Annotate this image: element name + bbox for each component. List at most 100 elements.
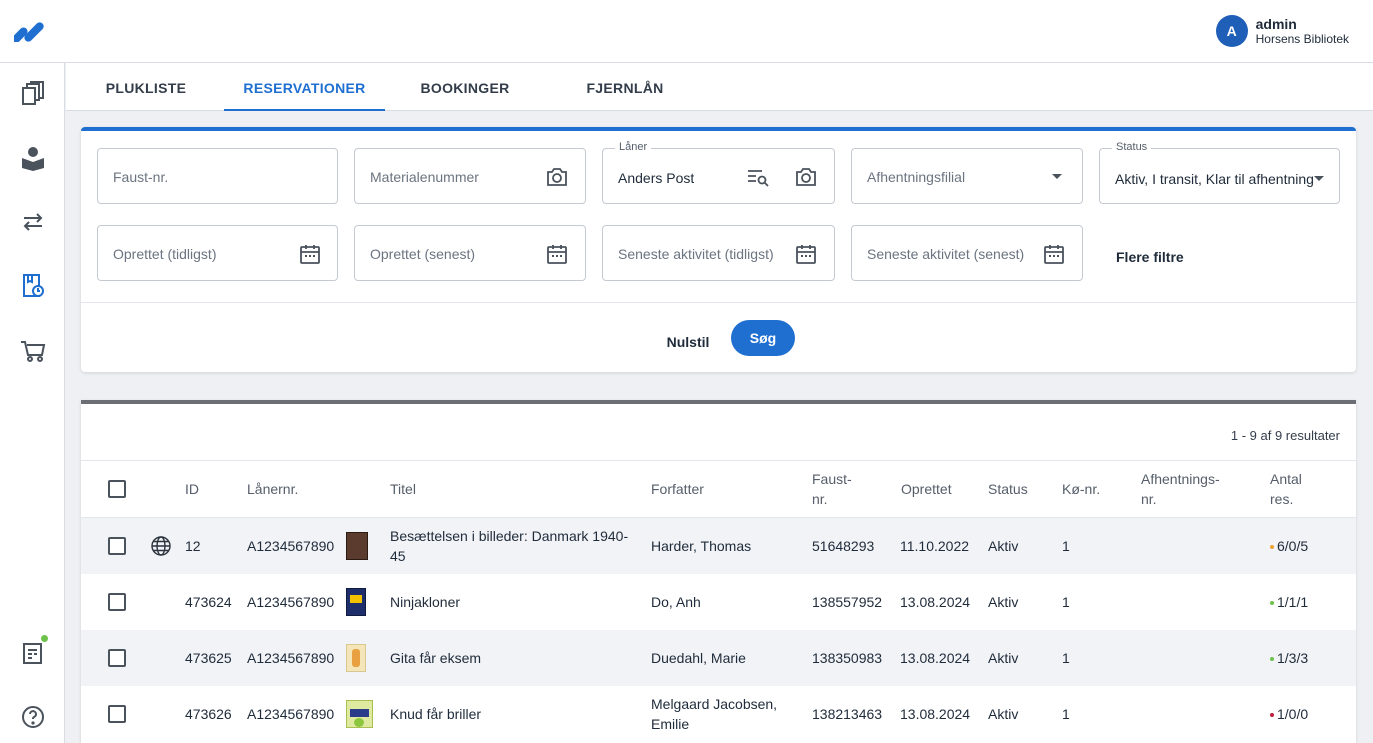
cell-count-value: 1/0/0: [1277, 706, 1309, 722]
cell-title[interactable]: Ninjakloner: [390, 592, 460, 612]
row-checkbox[interactable]: [108, 705, 126, 723]
cover-thumbnail: [346, 700, 373, 728]
app-logo[interactable]: [14, 20, 50, 42]
cell-title-line1: Besættelsen i billeder: Danmark 1940-: [390, 528, 629, 544]
created-from-placeholder: Oprettet (tidligst): [113, 246, 217, 262]
reset-button[interactable]: Nulstil: [653, 324, 723, 360]
header-faust[interactable]: Faust- nr.: [812, 469, 852, 509]
user-library: Horsens Bibliotek: [1255, 32, 1349, 46]
pickup-branch-select[interactable]: Afhentningsfilial: [851, 148, 1083, 204]
cell-author: Duedahl, Marie: [651, 650, 746, 666]
results-panel: 1 - 9 af 9 resultater ID Lånernr. Titel …: [81, 400, 1356, 743]
cell-status: Aktiv: [988, 538, 1019, 554]
tab-bar: PLUKLISTE RESERVATIONER BOOKINGER FJERNL…: [66, 63, 1373, 111]
header-count-line2: res.: [1270, 491, 1294, 507]
activity-to-placeholder: Seneste aktivitet (senest): [867, 246, 1025, 262]
cell-id: 473625: [185, 650, 232, 666]
header-title[interactable]: Titel: [390, 479, 416, 499]
top-bar: A admin Horsens Bibliotek: [0, 0, 1373, 63]
cell-borrower-no: A1234567890: [247, 594, 335, 610]
camera-icon[interactable]: [545, 165, 569, 189]
header-pickup-no[interactable]: Afhentnings- nr.: [1141, 469, 1220, 509]
cell-status: Aktiv: [988, 650, 1019, 666]
cell-queue: 1: [1062, 650, 1070, 666]
header-reservation-count[interactable]: Antal res.: [1270, 469, 1302, 509]
search-button[interactable]: Søg: [731, 320, 795, 356]
calendar-icon[interactable]: [794, 242, 818, 266]
reader-icon[interactable]: [20, 145, 46, 171]
activity-from-placeholder: Seneste aktivitet (tidligst): [618, 246, 774, 262]
chevron-down-icon: [1314, 176, 1324, 181]
status-select[interactable]: Status Aktiv, I transit, Klar til afhent…: [1099, 141, 1340, 204]
calendar-icon[interactable]: [1042, 242, 1066, 266]
header-queue[interactable]: Kø-nr.: [1062, 479, 1100, 499]
status-dot: [1270, 657, 1274, 662]
tab-fjernlaan[interactable]: FJERNLÅN: [575, 63, 675, 111]
created-from-input[interactable]: Oprettet (tidligst): [97, 225, 338, 281]
cell-borrower-no: A1234567890: [247, 650, 335, 666]
borrower-input[interactable]: Låner Anders Post: [602, 141, 835, 204]
cell-title[interactable]: Besættelsen i billeder: Danmark 1940- 45: [390, 526, 640, 566]
status-dot: [1270, 545, 1274, 550]
cell-created: 11.10.2022: [900, 538, 970, 554]
material-number-input[interactable]: Materialenummer: [354, 148, 586, 204]
sidebar: [0, 63, 65, 743]
cell-faust: 138350983: [812, 650, 883, 666]
cell-queue: 1: [1062, 538, 1070, 554]
user-name: admin: [1255, 16, 1297, 32]
tab-plukliste[interactable]: PLUKLISTE: [96, 63, 196, 111]
reservation-clock-icon[interactable]: [20, 273, 46, 299]
calendar-icon[interactable]: [545, 242, 569, 266]
cell-queue: 1: [1062, 594, 1070, 610]
header-created[interactable]: Oprettet: [901, 479, 952, 499]
status-dot: [1270, 713, 1274, 718]
cart-icon[interactable]: [20, 337, 46, 363]
select-all-checkbox[interactable]: [108, 480, 126, 498]
row-checkbox[interactable]: [108, 593, 126, 611]
cell-id: 12: [185, 538, 201, 554]
transfer-arrows-icon[interactable]: [20, 209, 46, 235]
activity-from-input[interactable]: Seneste aktivitet (tidligst): [602, 225, 835, 281]
header-author[interactable]: Forfatter: [651, 479, 704, 499]
help-icon[interactable]: [20, 704, 46, 730]
avatar: A: [1215, 15, 1248, 47]
activity-to-input[interactable]: Seneste aktivitet (senest): [851, 225, 1083, 281]
tab-bookinger[interactable]: BOOKINGER: [410, 63, 520, 111]
cell-reservation-count: 6/0/5: [1270, 536, 1308, 556]
cell-id: 473626: [185, 706, 232, 722]
cell-title-line2: 45: [390, 548, 406, 564]
cell-id: 473624: [185, 594, 232, 610]
header-status[interactable]: Status: [988, 479, 1028, 499]
tab-reservationer[interactable]: RESERVATIONER: [224, 63, 385, 111]
header-id[interactable]: ID: [185, 479, 199, 499]
books-icon[interactable]: [20, 81, 46, 107]
search-list-icon[interactable]: [746, 165, 770, 189]
filter-panel: Faust-nr. Materialenummer Låner Anders P…: [81, 127, 1356, 372]
cell-created: 13.08.2024: [900, 650, 971, 666]
table-row[interactable]: 473626 A1234567890 Knud får briller Melg…: [81, 686, 1356, 742]
cell-reservation-count: 1/1/1: [1270, 592, 1308, 612]
created-to-input[interactable]: Oprettet (senest): [354, 225, 586, 281]
cell-author: Melgaard Jacobsen, Emilie: [651, 694, 777, 734]
cell-author-line1: Melgaard Jacobsen,: [651, 696, 778, 712]
row-checkbox[interactable]: [108, 649, 126, 667]
header-borrower-no[interactable]: Lånernr.: [247, 479, 298, 499]
row-checkbox[interactable]: [108, 537, 126, 555]
cell-title[interactable]: Gita får eksem: [390, 648, 481, 668]
cover-thumbnail: [346, 532, 368, 560]
cell-title[interactable]: Knud får briller: [390, 704, 481, 724]
cell-status: Aktiv: [988, 594, 1019, 610]
faust-input[interactable]: Faust-nr.: [97, 148, 338, 204]
report-icon[interactable]: [20, 640, 46, 666]
table-row[interactable]: 473625 A1234567890 Gita får eksem Duedah…: [81, 630, 1356, 686]
header-pickup-line1: Afhentnings-: [1141, 471, 1220, 487]
results-count: 1 - 9 af 9 resultater: [1230, 428, 1340, 443]
camera-icon[interactable]: [794, 165, 818, 189]
cover-thumbnail: [346, 588, 366, 616]
user-menu[interactable]: A admin Horsens Bibliotek: [1215, 15, 1349, 47]
calendar-icon[interactable]: [298, 242, 322, 266]
header-faust-line2: nr.: [812, 491, 828, 507]
table-row[interactable]: 473624 A1234567890 Ninjakloner Do, Anh 1…: [81, 574, 1356, 630]
table-row[interactable]: 12 A1234567890 Besættelsen i billeder: D…: [81, 518, 1356, 574]
more-filters-button[interactable]: Flere filtre: [1116, 249, 1184, 265]
